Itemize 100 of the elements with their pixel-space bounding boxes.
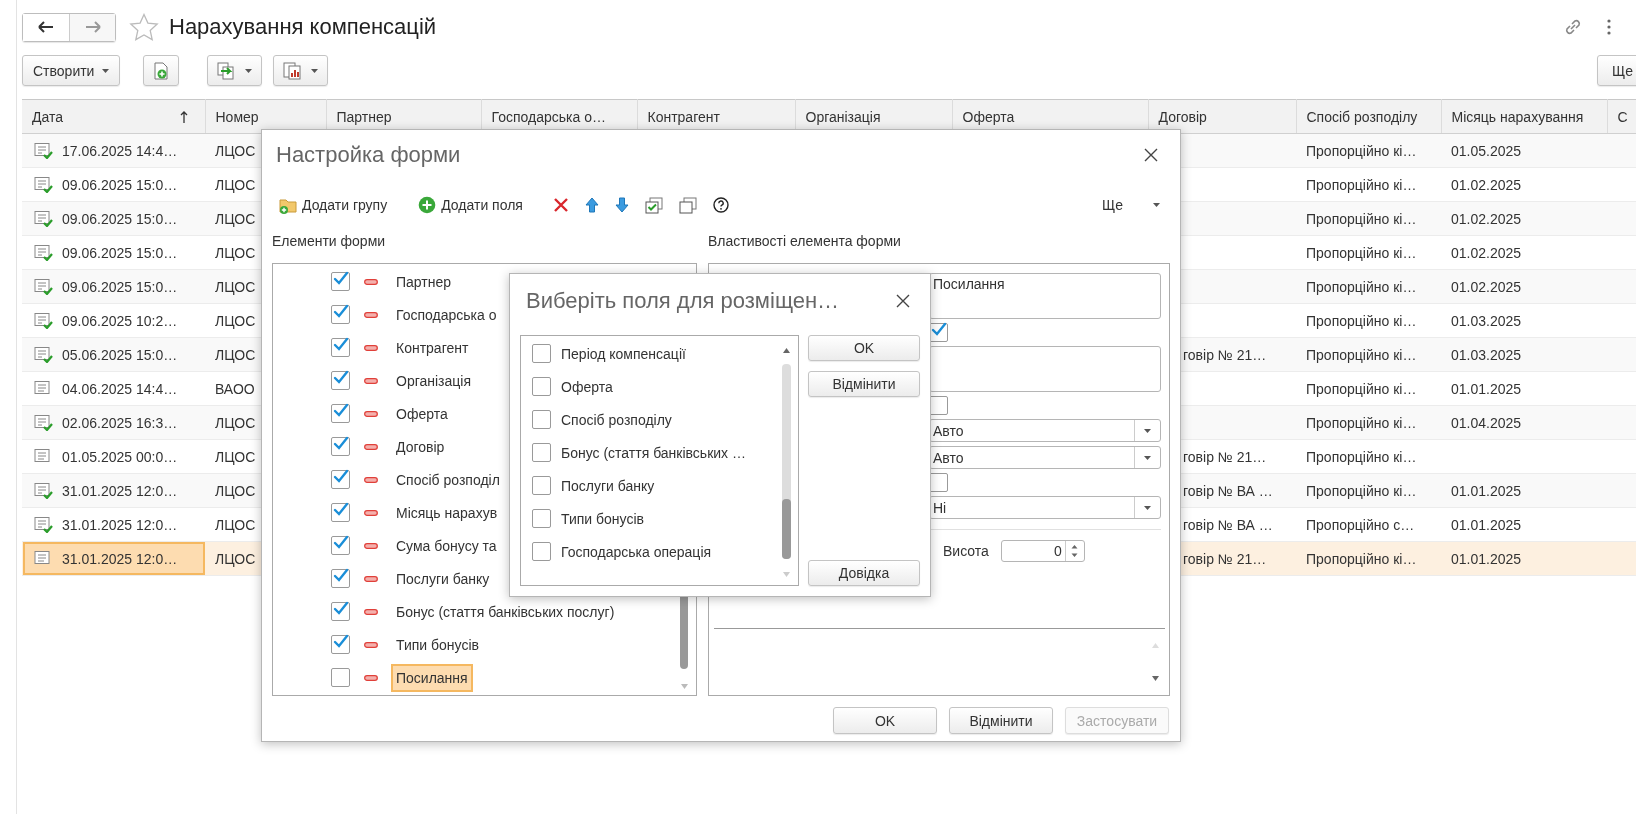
checkbox[interactable] (331, 404, 350, 423)
caret-icon[interactable] (1144, 428, 1151, 433)
column-header[interactable]: Організація (805, 108, 881, 125)
checkbox[interactable] (331, 371, 350, 390)
list-item[interactable]: Спосіб розподіл (391, 465, 505, 494)
table-cell[interactable]: 09.06.2025 15:0… (23, 168, 205, 201)
list-item[interactable]: Оферта (391, 399, 453, 428)
scroll-down-icon[interactable] (1152, 676, 1159, 681)
column-header[interactable]: Дата (32, 108, 63, 125)
checkbox[interactable] (331, 503, 350, 522)
spinner-arrows-icon[interactable] (1071, 544, 1079, 558)
number-field[interactable]: 0 (1000, 540, 1085, 562)
add-document-button[interactable] (143, 55, 180, 86)
column-header[interactable]: Договір (1158, 108, 1207, 125)
delete-icon[interactable] (552, 197, 569, 213)
help-button[interactable]: Довідка (808, 560, 920, 586)
checkbox[interactable] (532, 377, 551, 396)
back-button[interactable] (23, 13, 69, 41)
table-cell[interactable]: 04.06.2025 14:4… (23, 372, 205, 405)
list-item[interactable]: Спосіб розподілу (561, 411, 672, 428)
table-cell[interactable]: 09.06.2025 10:2… (23, 304, 205, 337)
list-item[interactable]: Типи бонусів (561, 510, 644, 527)
checkbox[interactable] (331, 668, 350, 687)
more-button[interactable]: Ще (1597, 55, 1636, 86)
list-item[interactable]: Типи бонусів (391, 630, 484, 659)
checkbox[interactable] (331, 536, 350, 555)
checkbox[interactable] (331, 470, 350, 489)
ok-button[interactable]: OK (833, 707, 937, 734)
list-item[interactable]: Господарська операція (561, 543, 712, 560)
checkbox[interactable] (331, 305, 350, 324)
table-cell[interactable]: 17.06.2025 14:4… (23, 134, 205, 167)
list-item[interactable]: Оферта (561, 378, 613, 395)
table-cell[interactable]: 09.06.2025 15:0… (23, 236, 205, 269)
table-cell[interactable]: 01.05.2025 00:0… (23, 440, 205, 473)
caret-icon[interactable] (1144, 455, 1151, 460)
checkbox[interactable] (532, 476, 551, 495)
sort-arrow-icon[interactable] (179, 111, 188, 123)
table-cell[interactable]: 31.01.2025 12:0… (23, 474, 205, 507)
add-group-button[interactable]: Додати групу (279, 196, 388, 214)
scrollbar[interactable] (782, 364, 791, 559)
table-cell[interactable]: 09.06.2025 15:0… (23, 270, 205, 303)
table-cell[interactable]: 09.06.2025 15:0… (23, 202, 205, 235)
ok-button[interactable]: OK (808, 335, 920, 361)
cancel-button[interactable]: Відмінити (808, 371, 920, 397)
column-header[interactable]: С (1617, 108, 1628, 125)
table-cell: ЛЦОС (215, 176, 256, 193)
checkbox[interactable] (532, 542, 551, 561)
checkbox[interactable] (532, 410, 551, 429)
check-all-icon[interactable] (644, 196, 663, 214)
checkbox[interactable] (331, 338, 350, 357)
column-header[interactable]: Контрагент (647, 108, 720, 125)
checkbox[interactable] (331, 635, 350, 654)
column-header[interactable]: Господарська о… (491, 108, 606, 125)
reports-button[interactable] (273, 55, 329, 86)
list-item[interactable]: Сума бонусу та (391, 531, 502, 560)
more-menu-button[interactable]: Ще (1102, 197, 1160, 213)
table-cell[interactable]: 05.06.2025 15:0… (23, 338, 205, 371)
list-item[interactable]: Організація (391, 366, 477, 395)
close-icon[interactable] (1144, 148, 1158, 162)
column-header[interactable]: Оферта (962, 108, 1015, 125)
close-icon[interactable] (896, 294, 910, 308)
table-cell[interactable]: 31.01.2025 12:0… (23, 542, 205, 575)
caret-icon[interactable] (1144, 505, 1151, 510)
arrow-right-icon (84, 21, 101, 33)
checkbox[interactable] (331, 602, 350, 621)
move-up-icon[interactable] (584, 197, 599, 213)
checkbox[interactable] (331, 569, 350, 588)
list-item[interactable]: Послуги банку (561, 477, 655, 494)
checkbox[interactable] (331, 437, 350, 456)
uncheck-all-icon[interactable] (678, 196, 697, 214)
list-item[interactable]: Місяць нарахув (391, 498, 503, 527)
list-item[interactable]: Період компенсації (561, 345, 686, 362)
checkbox[interactable] (532, 443, 551, 462)
list-item[interactable]: Бонус (стаття банківських послуг) (391, 597, 620, 626)
move-down-icon[interactable] (614, 197, 629, 213)
create-button[interactable]: Створити (22, 55, 121, 86)
list-item[interactable]: Договір (391, 432, 450, 461)
list-item[interactable]: Послуги банку (391, 564, 495, 593)
create-based-on-button[interactable] (207, 55, 263, 86)
column-header[interactable]: Спосіб розподілу (1306, 108, 1418, 125)
checkbox[interactable] (532, 509, 551, 528)
list-item[interactable]: Контрагент (391, 333, 474, 362)
more-icon[interactable] (1606, 18, 1612, 36)
column-header[interactable]: Номер (215, 108, 259, 125)
list-item[interactable]: Посилання (391, 663, 473, 692)
table-cell[interactable]: 02.06.2025 16:3… (23, 406, 205, 439)
column-header[interactable]: Місяць нарахування (1451, 108, 1584, 125)
list-item[interactable]: Бонус (стаття банківських … (561, 444, 746, 461)
checkbox[interactable] (331, 272, 350, 291)
table-cell[interactable]: 31.01.2025 12:0… (23, 508, 205, 541)
list-item[interactable]: Партнер (391, 267, 457, 296)
list-item[interactable]: Господарська о (391, 300, 502, 329)
scroll-up-icon[interactable] (783, 348, 790, 353)
field-label: Висота (943, 543, 989, 559)
star-icon[interactable] (129, 13, 159, 41)
checkbox[interactable] (532, 344, 551, 363)
column-header[interactable]: Партнер (336, 108, 392, 125)
add-fields-button[interactable]: Додати поля (418, 196, 523, 214)
cancel-button[interactable]: Відмінити (949, 707, 1053, 734)
help-icon[interactable] (712, 197, 729, 213)
